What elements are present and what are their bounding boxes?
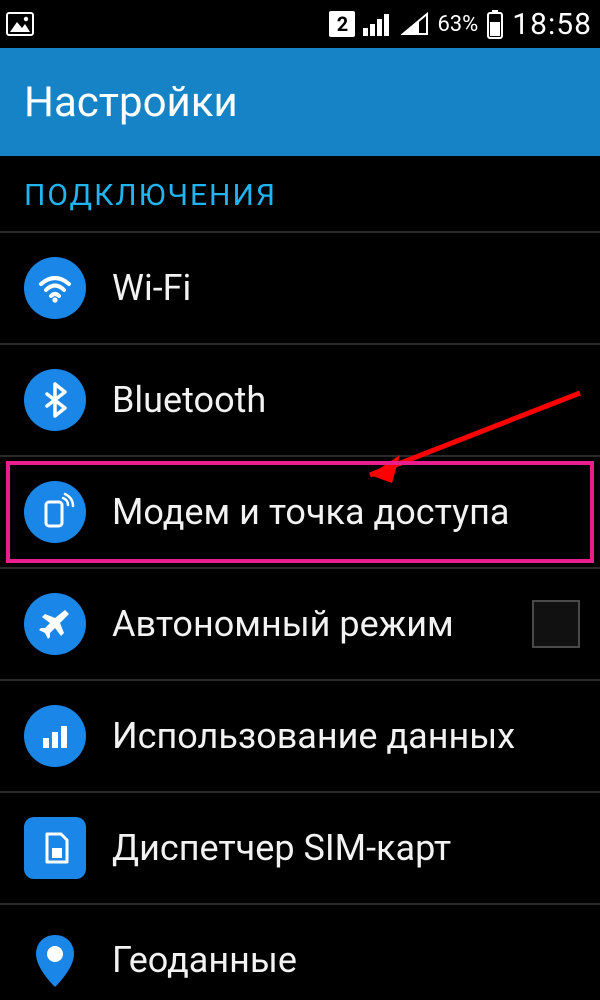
- row-tethering-label: Модем и точка доступа: [112, 491, 580, 533]
- status-bar: 2 63% 18:58: [0, 0, 600, 48]
- row-bluetooth[interactable]: Bluetooth: [0, 345, 600, 457]
- row-sim-manager[interactable]: Диспетчер SIM-карт: [0, 793, 600, 905]
- sim-badge: 2: [329, 11, 355, 37]
- row-tethering[interactable]: Модем и точка доступа: [0, 457, 600, 569]
- wifi-icon: [24, 257, 86, 319]
- hotspot-icon: [24, 481, 86, 543]
- row-geodata-label: Геоданные: [112, 939, 580, 981]
- row-wifi-label: Wi-Fi: [112, 267, 580, 309]
- row-sim-manager-label: Диспетчер SIM-карт: [112, 827, 580, 869]
- row-bluetooth-label: Bluetooth: [112, 379, 580, 421]
- section-connections: ПОДКЛЮЧЕНИЯ: [0, 156, 600, 233]
- row-airplane[interactable]: Автономный режим: [0, 569, 600, 681]
- airplane-icon: [24, 593, 86, 655]
- row-airplane-label: Автономный режим: [112, 603, 506, 645]
- gallery-icon: [6, 12, 34, 36]
- row-data-usage[interactable]: Использование данных: [0, 681, 600, 793]
- page-title: Настройки: [24, 78, 238, 127]
- signal-secondary-icon: [401, 12, 429, 36]
- battery-icon: [486, 9, 504, 39]
- sim-card-icon: [24, 817, 86, 879]
- status-clock: 18:58: [512, 7, 592, 42]
- row-data-usage-label: Использование данных: [112, 715, 580, 757]
- signal-icon: [363, 12, 393, 36]
- row-wifi[interactable]: Wi-Fi: [0, 233, 600, 345]
- airplane-checkbox[interactable]: [532, 600, 580, 648]
- location-pin-icon: [24, 929, 86, 991]
- battery-percent: 63%: [437, 12, 478, 37]
- row-geodata[interactable]: Геоданные: [0, 905, 600, 1000]
- bluetooth-icon: [24, 369, 86, 431]
- settings-list: Wi-Fi Bluetooth Модем и точка доступа Ав…: [0, 233, 600, 1000]
- data-usage-icon: [24, 705, 86, 767]
- app-header: Настройки: [0, 48, 600, 156]
